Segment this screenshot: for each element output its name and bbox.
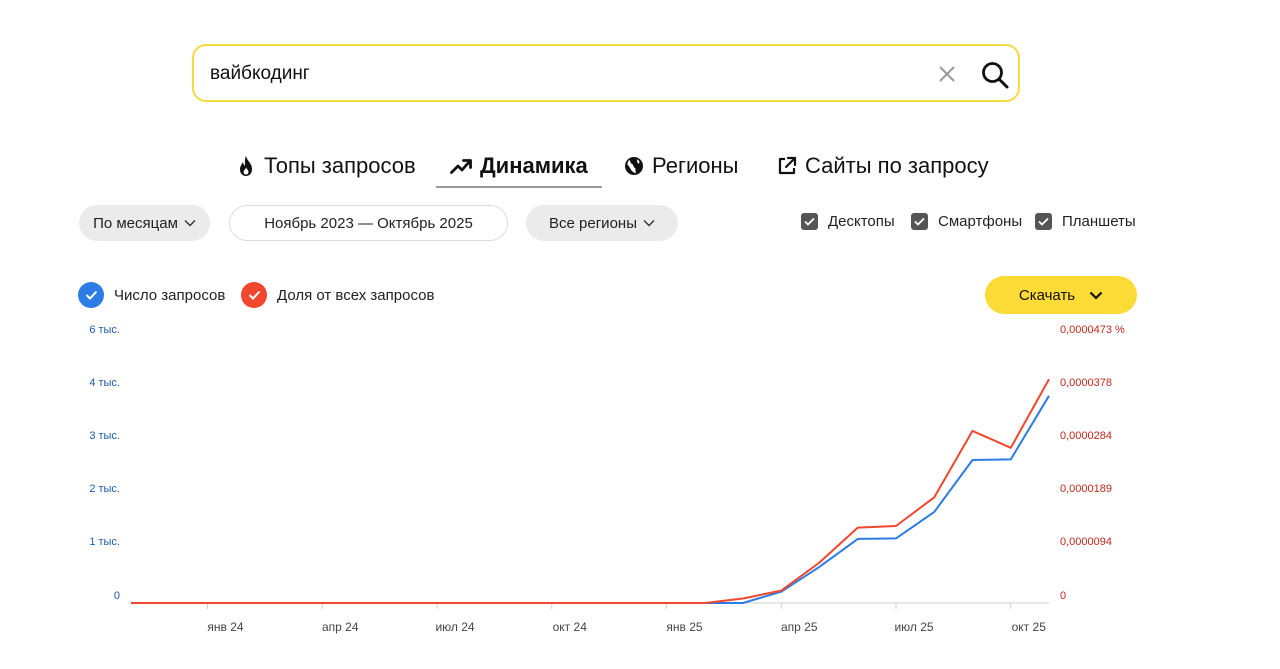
globe-icon — [625, 157, 643, 175]
dynamics-chart: 0 1 тыс. 2 тыс. 3 тыс. 4 тыс. 6 тыс. 0 0,000009… — [89, 324, 1125, 634]
tab-sites[interactable]: Сайты по запросу — [777, 148, 989, 184]
region-dropdown[interactable]: Все регионы — [526, 205, 678, 241]
chevron-down-icon — [643, 220, 655, 227]
external-link-icon — [778, 156, 797, 175]
checkbox-label: Смартфоны — [938, 213, 1023, 230]
checkbox-checked-icon[interactable] — [801, 213, 818, 230]
tab-regions[interactable]: Регионы — [624, 148, 738, 184]
grouping-dropdown[interactable]: По месяцам — [79, 205, 210, 241]
checkbox-label: Планшеты — [1062, 213, 1136, 230]
tab-label: Регионы — [652, 153, 739, 178]
period-picker[interactable]: Ноябрь 2023 — Октябрь 2025 — [229, 205, 508, 241]
tab-label: Сайты по запросу — [805, 153, 989, 178]
trend-up-icon — [450, 159, 472, 174]
download-label: Скачать — [1018, 286, 1076, 304]
grouping-value: По месяцам — [93, 214, 178, 232]
y-left-tick-label: 4 тыс. — [89, 377, 120, 389]
legend-queries-toggle[interactable]: Число запросов — [78, 282, 225, 308]
tab-label: Топы запросов — [264, 153, 416, 178]
check-icon — [241, 282, 267, 308]
y-left-tick-label: 3 тыс. — [89, 430, 120, 442]
x-tick-label: окт 25 — [1012, 620, 1047, 634]
y-right-tick-label: 0 — [1060, 590, 1066, 602]
chevron-down-icon — [184, 220, 196, 227]
queries-series-line — [131, 395, 1050, 604]
chevron-down-icon — [1089, 291, 1103, 300]
y-right-tick-label: 0,0000378 — [1060, 377, 1112, 389]
fire-icon — [240, 156, 252, 176]
period-value: Ноябрь 2023 — Октябрь 2025 — [264, 214, 473, 232]
x-tick-label: июл 24 — [435, 620, 474, 634]
x-tick-label: июл 25 — [894, 620, 933, 634]
tab-label: Динамика — [480, 153, 588, 178]
region-value: Все регионы — [549, 214, 637, 232]
x-tick-label: янв 25 — [666, 620, 703, 634]
y-right-tick-label: 0,0000473 % — [1060, 324, 1125, 336]
download-button[interactable]: Скачать — [985, 276, 1137, 314]
clear-icon[interactable] — [936, 63, 958, 85]
search-box[interactable] — [192, 44, 1020, 102]
y-right-tick-label: 0,0000189 — [1060, 483, 1112, 495]
search-icon[interactable] — [980, 60, 1010, 90]
x-tick-label: апр 25 — [781, 620, 818, 634]
legend-share-toggle[interactable]: Доля от всех запросов — [241, 282, 434, 308]
checkbox-checked-icon[interactable] — [1035, 213, 1052, 230]
tab-bar: Топы запросов Динамика Регионы Сайты по … — [0, 148, 1280, 188]
checkbox-label: Десктопы — [828, 213, 895, 230]
y-left-tick-label: 1 тыс. — [89, 536, 120, 548]
y-left-tick-label: 0 — [114, 590, 120, 602]
y-left-tick-label: 2 тыс. — [89, 483, 120, 495]
search-input[interactable] — [208, 58, 912, 90]
y-right-tick-label: 0,0000094 — [1060, 536, 1112, 548]
checkbox-checked-icon[interactable] — [911, 213, 928, 230]
y-left-tick-label: 6 тыс. — [89, 324, 120, 336]
checkbox-smartphones[interactable]: Смартфоны — [911, 213, 1022, 230]
share-series-line — [131, 378, 1050, 604]
checkbox-tablets[interactable]: Планшеты — [1035, 213, 1136, 230]
tab-dynamics[interactable]: Динамика — [436, 148, 602, 188]
tab-top-queries[interactable]: Топы запросов — [236, 148, 416, 184]
x-tick-label: окт 24 — [553, 620, 588, 634]
legend-label: Число запросов — [114, 286, 226, 304]
legend-label: Доля от всех запросов — [277, 286, 435, 304]
checkbox-desktops[interactable]: Десктопы — [801, 213, 895, 230]
x-tick-label: янв 24 — [207, 620, 244, 634]
check-icon — [78, 282, 104, 308]
x-tick-label: апр 24 — [322, 620, 359, 634]
y-right-tick-label: 0,0000284 — [1060, 430, 1112, 442]
